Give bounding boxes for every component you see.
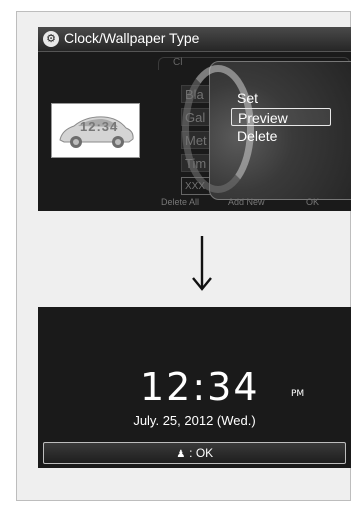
screen-title: Clock/Wallpaper Type [64, 30, 200, 46]
clock-ampm: PM [291, 389, 305, 399]
menu-item-delete[interactable]: Delete [231, 127, 331, 145]
clock-wallpaper-screen: ⚙ Clock/Wallpaper Type Cl Bla Gal Met Ti… [38, 27, 351, 211]
ok-label: : OK [189, 446, 214, 460]
background-tab-label: Cl [173, 57, 183, 68]
ok-button[interactable]: ♟ : OK [43, 442, 346, 464]
menu-item-preview[interactable]: Preview [231, 108, 331, 126]
title-bar: ⚙ Clock/Wallpaper Type [38, 27, 351, 52]
thumbnail-clock: 12:34 [80, 119, 119, 134]
clock-time: 12:34 [140, 365, 260, 409]
clock-date: July. 25, 2012 (Wed.) [133, 413, 256, 428]
dial-icon: ♟ [176, 449, 186, 460]
gear-icon: ⚙ [43, 31, 59, 47]
softkey-add-new[interactable]: Add New [228, 197, 265, 207]
clock-preview-screen: 12:34 PM July. 25, 2012 (Wed.) ♟ : OK [38, 307, 351, 468]
popup-menu: Set Preview Delete [182, 61, 351, 200]
arrow-down-icon [192, 236, 212, 291]
softkey-delete-all[interactable]: Delete All [161, 197, 199, 207]
softkey-ok[interactable]: OK [306, 197, 319, 207]
softkey-bar: Delete All Add New OK [38, 195, 351, 211]
wallpaper-thumbnail: 12:34 [51, 103, 140, 158]
menu-item-set[interactable]: Set [231, 89, 331, 107]
